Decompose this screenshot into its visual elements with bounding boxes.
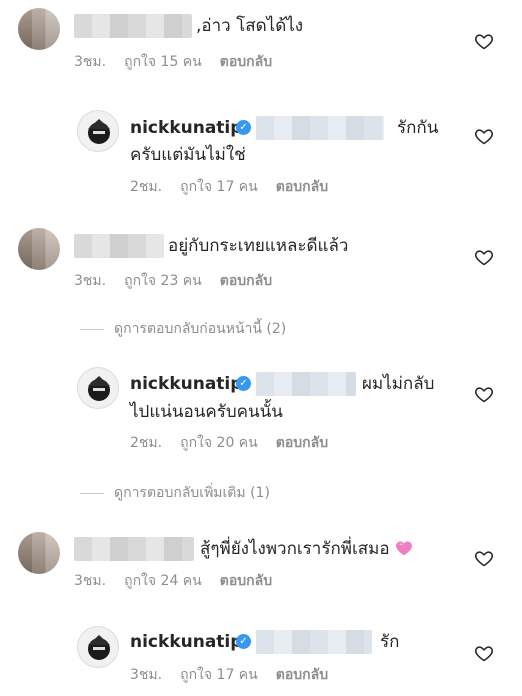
username[interactable]: nickkunatip <box>130 630 242 654</box>
like-count[interactable]: ถูกใจ 24 คน <box>124 570 202 592</box>
reply-button[interactable]: ตอบกลับ <box>276 176 328 198</box>
heart-icon[interactable] <box>474 384 494 404</box>
heart-icon[interactable] <box>474 31 494 51</box>
avatar-nickkunatip[interactable] <box>77 367 119 409</box>
verified-badge-icon: ✓ <box>236 634 251 649</box>
redacted-mention <box>256 116 384 140</box>
avatar[interactable] <box>18 228 60 270</box>
comment-text: สู้ๆพี่ยังไงพวกเรารักพี่เสมอ <box>200 537 413 561</box>
comment-text: ,อ่าว โสดได้ไง <box>196 16 304 36</box>
comment-time: 2ชม. <box>130 435 163 451</box>
heart-icon[interactable] <box>474 126 494 146</box>
comment-time: 3ชม. <box>74 273 107 289</box>
profile-photo-icon <box>88 376 110 401</box>
reply-button[interactable]: ตอบกลับ <box>276 664 328 686</box>
comment-meta: 3ชม. ถูกใจ 15 คน ตอบกลับ <box>74 51 272 73</box>
like-count[interactable]: ถูกใจ 15 คน <box>124 51 202 73</box>
reply-button[interactable]: ตอบกลับ <box>220 570 272 592</box>
like-count[interactable]: ถูกใจ 20 คน <box>180 432 258 454</box>
redacted-mention <box>256 630 372 654</box>
comment-time: 3ชม. <box>74 54 107 70</box>
comment-text: รักกัน <box>397 118 439 138</box>
avatar-nickkunatip[interactable] <box>77 626 119 668</box>
reply-button[interactable]: ตอบกลับ <box>220 270 272 292</box>
reply-button[interactable]: ตอบกลับ <box>276 432 328 454</box>
avatar-nickkunatip[interactable] <box>77 110 119 152</box>
comment-text: ผมไม่กลับ <box>362 374 435 394</box>
avatar[interactable] <box>18 532 60 574</box>
comment-meta: 2ชม. ถูกใจ 17 คน ตอบกลับ <box>130 176 328 198</box>
verified-badge-icon: ✓ <box>236 376 251 391</box>
heart-icon[interactable] <box>474 247 494 267</box>
comment-meta: 3ชม. ถูกใจ 24 คน ตอบกลับ <box>74 570 272 592</box>
redacted-username <box>74 537 194 561</box>
username[interactable]: nickkunatip <box>130 372 242 396</box>
comment-time: 2ชม. <box>130 179 163 195</box>
profile-photo-icon <box>88 119 110 144</box>
comment-text-continued: ไปแน่นอนครับคนนั้น <box>130 402 283 422</box>
view-more-replies[interactable]: ดูการตอบกลับเพิ่มเติม (1) <box>80 482 270 504</box>
profile-photo-icon <box>88 635 110 660</box>
comment-text: รัก <box>380 632 400 652</box>
comment-meta: 3ชม. ถูกใจ 23 คน ตอบกลับ <box>74 270 272 292</box>
comment-meta: 3ชม. ถูกใจ 17 คน ตอบกลับ <box>130 664 328 686</box>
comment-time: 3ชม. <box>130 667 163 683</box>
redacted-mention <box>256 372 356 396</box>
view-more-label[interactable]: ดูการตอบกลับเพิ่มเติม (1) <box>114 482 270 504</box>
redacted-username <box>74 14 192 38</box>
username[interactable]: nickkunatip <box>130 116 242 140</box>
verified-badge-icon: ✓ <box>236 120 251 135</box>
divider-line <box>80 492 104 494</box>
avatar[interactable] <box>18 8 60 50</box>
comment-text-continued: ครับแต่มันไม่ใช่ <box>130 145 246 165</box>
pink-heart-emoji-icon <box>396 541 412 556</box>
like-count[interactable]: ถูกใจ 23 คน <box>124 270 202 292</box>
heart-icon[interactable] <box>474 643 494 663</box>
redacted-username <box>74 234 164 258</box>
like-count[interactable]: ถูกใจ 17 คน <box>180 176 258 198</box>
comment-time: 3ชม. <box>74 573 107 589</box>
heart-icon[interactable] <box>474 548 494 568</box>
like-count[interactable]: ถูกใจ 17 คน <box>180 664 258 686</box>
divider-line <box>80 328 104 330</box>
comment-text: อยู่กับกระเทยแหละดีแล้ว <box>168 236 349 256</box>
comment-meta: 2ชม. ถูกใจ 20 คน ตอบกลับ <box>130 432 328 454</box>
reply-button[interactable]: ตอบกลับ <box>220 51 272 73</box>
comment-text-body: สู้ๆพี่ยังไงพวกเรารักพี่เสมอ <box>200 539 390 559</box>
view-previous-label[interactable]: ดูการตอบกลับก่อนหน้านี้ (2) <box>114 318 286 340</box>
view-previous-replies[interactable]: ดูการตอบกลับก่อนหน้านี้ (2) <box>80 318 286 340</box>
